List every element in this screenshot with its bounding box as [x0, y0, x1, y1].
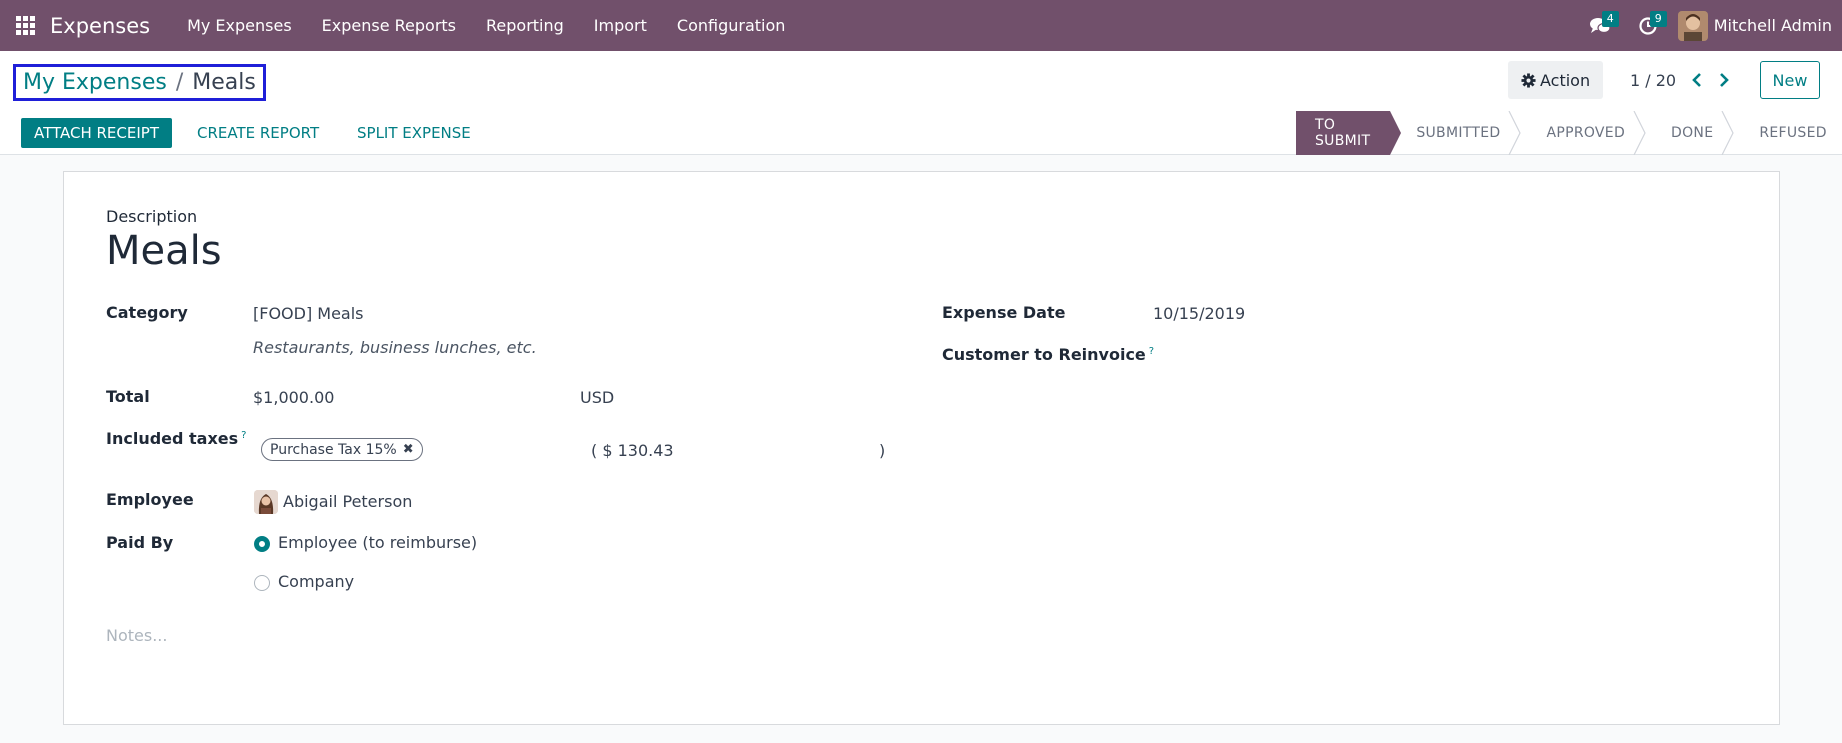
category-label: Category [106, 303, 188, 322]
paid-by-employee-label[interactable]: Employee (to reimburse) [278, 533, 477, 552]
action-label: Action [1540, 70, 1591, 90]
description-label: Description [106, 207, 198, 226]
category-field[interactable]: [FOOD] Meals [253, 304, 364, 323]
tax-tag[interactable]: Purchase Tax 15% ✖ [261, 438, 423, 461]
paid-by-company-radio[interactable] [254, 575, 270, 591]
menu-expense-reports[interactable]: Expense Reports [307, 16, 471, 35]
menu-configuration[interactable]: Configuration [662, 16, 801, 35]
new-button[interactable]: New [1760, 61, 1820, 99]
customer-to-reinvoice-label: Customer to Reinvoice? [942, 345, 1154, 364]
split-expense-button[interactable]: SPLIT EXPENSE [357, 118, 471, 148]
stage-label: TO SUBMIT [1315, 117, 1371, 149]
stage-to-submit[interactable]: TO SUBMIT [1296, 111, 1402, 155]
employee-label: Employee [106, 490, 194, 509]
tax-amount-close: ) [879, 441, 886, 460]
employee-field[interactable]: Abigail Peterson [283, 492, 412, 511]
action-button[interactable]: Action [1508, 61, 1604, 99]
user-name: Mitchell Admin [1713, 16, 1832, 35]
remove-tag-icon[interactable]: ✖ [403, 442, 414, 457]
breadcrumb-separator: / [175, 70, 184, 95]
create-report-button[interactable]: CREATE REPORT [197, 118, 319, 148]
description-field[interactable]: Meals [106, 228, 222, 274]
tax-amount: ( $ 130.43 [591, 441, 674, 460]
employee-avatar [254, 490, 278, 514]
expense-date-label: Expense Date [942, 303, 1066, 322]
currency-field[interactable]: USD [580, 388, 614, 407]
paid-by-employee-radio[interactable] [254, 536, 270, 552]
breadcrumb-parent-link[interactable]: My Expenses [23, 70, 167, 95]
pager-value[interactable]: 1 / 20 [1630, 71, 1676, 90]
stage-approved[interactable]: APPROVED [1520, 111, 1646, 155]
menu-import[interactable]: Import [579, 16, 662, 35]
breadcrumb: My Expenses / Meals [13, 64, 266, 101]
app-name[interactable]: Expenses [50, 14, 150, 38]
activities-button[interactable]: 9 [1624, 0, 1672, 51]
user-avatar [1677, 10, 1708, 41]
user-menu[interactable]: Mitchell Admin [1677, 10, 1832, 41]
category-description: Restaurants, business lunches, etc. [253, 338, 537, 357]
messages-button[interactable]: 4 [1576, 0, 1624, 51]
gear-icon [1521, 72, 1536, 88]
expense-form-sheet: Description Meals Category [FOOD] Meals … [63, 171, 1780, 725]
messages-badge: 4 [1601, 11, 1619, 27]
stage-done[interactable]: DONE [1645, 111, 1735, 155]
stage-refused[interactable]: REFUSED [1733, 111, 1842, 155]
total-field[interactable]: $1,000.00 [253, 388, 334, 407]
menu-my-expenses[interactable]: My Expenses [172, 16, 307, 35]
top-navbar: Expenses My Expenses Expense Reports Rep… [0, 0, 1842, 51]
notes-field[interactable]: Notes... [106, 626, 167, 645]
stage-label: APPROVED [1546, 125, 1626, 141]
stage-label: REFUSED [1759, 125, 1827, 141]
tax-tag-label: Purchase Tax 15% [270, 441, 397, 458]
pager-previous-button[interactable] [1687, 69, 1707, 91]
paid-by-company-label[interactable]: Company [278, 572, 354, 591]
attach-receipt-button[interactable]: ATTACH RECEIPT [21, 118, 172, 148]
help-icon[interactable]: ? [1149, 346, 1154, 357]
activities-badge: 9 [1649, 11, 1667, 27]
status-bar: TO SUBMIT SUBMITTED APPROVED DONE REFUSE… [1296, 111, 1842, 155]
total-label: Total [106, 387, 150, 406]
customer-to-reinvoice-text: Customer to Reinvoice [942, 345, 1146, 364]
included-taxes-label: Included taxes? [106, 429, 246, 448]
expense-date-field[interactable]: 10/15/2019 [1153, 304, 1245, 323]
chevron-left-icon [1692, 73, 1701, 87]
menu-reporting[interactable]: Reporting [471, 16, 579, 35]
stage-submitted[interactable]: SUBMITTED [1390, 111, 1522, 155]
breadcrumb-current: Meals [192, 70, 256, 95]
help-icon[interactable]: ? [241, 430, 246, 441]
pager-next-button[interactable] [1714, 69, 1734, 91]
stage-label: SUBMITTED [1416, 125, 1501, 141]
apps-menu-icon[interactable] [0, 0, 50, 51]
paid-by-label: Paid By [106, 533, 174, 552]
control-panel: My Expenses / Meals Action 1 / 20 New AT… [0, 51, 1842, 155]
chevron-right-icon [1720, 73, 1729, 87]
included-taxes-text: Included taxes [106, 429, 239, 448]
stage-label: DONE [1671, 125, 1714, 141]
